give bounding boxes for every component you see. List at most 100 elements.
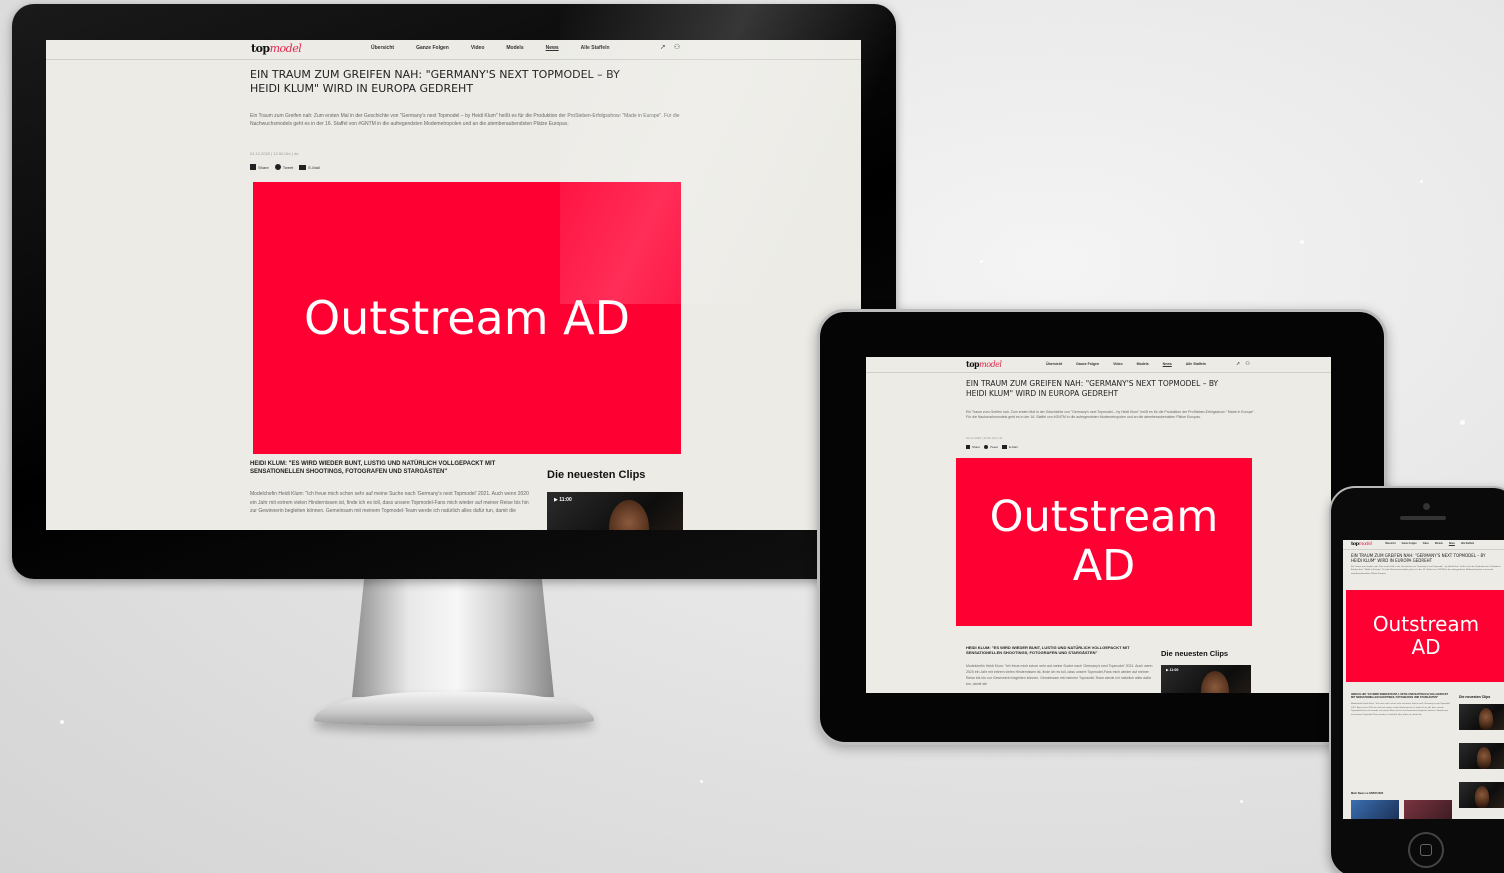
nav-item-uebersicht[interactable]: Übersicht xyxy=(1385,543,1396,545)
sparkle xyxy=(60,720,64,724)
main-nav: Übersicht Ganze Folgen Video Models News… xyxy=(1046,362,1206,366)
news-thumbnail[interactable] xyxy=(1351,800,1399,819)
article-body: Modelchefin Heidi Klum: "Ich freue mich … xyxy=(250,491,529,514)
news-thumbnail[interactable] xyxy=(1404,800,1452,819)
share-bar: Share Tweet E-Mail xyxy=(250,164,320,170)
clip-person-image xyxy=(1201,671,1229,693)
nav-item-ganze-folgen[interactable]: Ganze Folgen xyxy=(1402,543,1417,545)
share-bar: Share Tweet E-Mail xyxy=(966,445,1018,449)
phone-camera xyxy=(1423,503,1430,510)
article-lead: Ein Traum zum Greifen nah: Zum ersten Ma… xyxy=(1351,566,1501,575)
nav-item-uebersicht[interactable]: Übersicht xyxy=(1046,362,1062,366)
nav-item-video[interactable]: Video xyxy=(471,45,485,51)
nav-item-alle-staffeln[interactable]: Alle Staffeln xyxy=(1186,362,1206,366)
nav-item-ganze-folgen[interactable]: Ganze Folgen xyxy=(1076,362,1099,366)
article-subheadline: HEIDI KLUM: "ES WIRD WIEDER BUNT, LUSTIG… xyxy=(250,461,496,475)
desktop-screen: topmodel Übersicht Ganze Folgen Video Mo… xyxy=(46,40,861,530)
ad-label-line1: Outstream xyxy=(989,491,1219,542)
article-subheadline: HEIDI KLUM: "ES WIRD WIEDER BUNT, LUSTIG… xyxy=(966,645,1130,656)
facebook-icon[interactable] xyxy=(250,164,256,170)
ad-label-line2: AD xyxy=(1072,541,1136,591)
clip-thumbnail[interactable] xyxy=(1459,782,1504,808)
outstream-ad[interactable]: Outstream AD xyxy=(1346,590,1504,682)
article-headline: EIN TRAUM ZUM GREIFEN NAH: "GERMANY'S NE… xyxy=(250,68,620,96)
share-label[interactable]: Share xyxy=(972,445,980,449)
nav-item-news[interactable]: News xyxy=(1449,543,1455,545)
phone-home-button[interactable] xyxy=(1408,832,1444,868)
share-out-icon[interactable]: ➚ xyxy=(660,43,666,51)
clip-duration: ▶ 11:00 xyxy=(554,497,572,503)
clip-thumbnail[interactable] xyxy=(1459,704,1504,730)
tweet-label[interactable]: Tweet xyxy=(990,445,998,449)
header-icons: ➚ ⚇ xyxy=(660,43,680,51)
ad-label: Outstream AD xyxy=(303,290,631,345)
nav-item-models[interactable]: Models xyxy=(506,45,523,51)
nav-item-ganze-folgen[interactable]: Ganze Folgen xyxy=(416,45,449,51)
main-nav: Übersicht Ganze Folgen Video Models News… xyxy=(1385,543,1474,545)
more-news-heading: Mehr News zu GNTM 2020 xyxy=(1351,792,1384,795)
outstream-ad[interactable]: Outstream AD xyxy=(956,458,1252,626)
facebook-icon[interactable] xyxy=(966,445,970,449)
article-body: Modelchefin Heidi Klum: "Ich freue mich … xyxy=(966,664,1153,686)
clip-thumbnail[interactable]: ▶ 11:00 xyxy=(1161,665,1251,693)
article-meta: 01.12.2020 | 12:00 Uhr | ds xyxy=(966,436,1003,440)
clips-heading: Die neuesten Clips xyxy=(1459,695,1491,699)
mail-icon[interactable] xyxy=(299,164,307,170)
nav-item-news[interactable]: News xyxy=(1163,362,1172,366)
clip-person-image xyxy=(609,500,649,530)
user-icon[interactable]: ⚇ xyxy=(674,43,680,51)
clip-thumbnail[interactable]: ▶ 11:00 xyxy=(547,492,683,530)
site-logo[interactable]: topmodel xyxy=(1351,541,1372,547)
twitter-icon[interactable] xyxy=(984,445,989,449)
site-logo[interactable]: topmodel xyxy=(251,42,302,55)
site-logo[interactable]: topmodel xyxy=(966,359,1002,369)
phone-screen: topmodel Übersicht Ganze Folgen Video Mo… xyxy=(1343,540,1504,819)
nav-item-video[interactable]: Video xyxy=(1113,362,1122,366)
sparkle xyxy=(1300,240,1304,244)
nav-item-alle-staffeln[interactable]: Alle Staffeln xyxy=(1461,543,1474,545)
email-label[interactable]: E-Mail xyxy=(308,165,319,170)
outstream-ad[interactable]: Outstream AD xyxy=(253,182,681,454)
article-headline: EIN TRAUM ZUM GREIFEN NAH: "GERMANY'S NE… xyxy=(1351,553,1486,564)
sparkle xyxy=(1460,420,1465,425)
monitor-stand-neck xyxy=(352,579,554,697)
nav-item-news[interactable]: News xyxy=(546,45,559,51)
tablet-screen: topmodel Übersicht Ganze Folgen Video Mo… xyxy=(866,357,1331,693)
clips-heading: Die neuesten Clips xyxy=(547,469,646,481)
sparkle xyxy=(1420,180,1423,183)
article-lead: Ein Traum zum Greifen nah: Zum ersten Ma… xyxy=(966,410,1255,420)
ad-label-line2: AD xyxy=(1411,635,1441,659)
email-label[interactable]: E-Mail xyxy=(1009,445,1018,449)
clip-person-image xyxy=(1477,747,1491,769)
clip-person-image xyxy=(1479,708,1493,730)
phone-speaker xyxy=(1400,516,1446,520)
ad-label-line1: Outstream xyxy=(1372,612,1480,636)
share-label[interactable]: Share xyxy=(258,165,269,170)
site-header: topmodel Übersicht Ganze Folgen Video Mo… xyxy=(866,357,1331,373)
mail-icon[interactable] xyxy=(1002,445,1008,449)
site-header: topmodel Übersicht Ganze Folgen Video Mo… xyxy=(1343,540,1504,550)
clip-person-image xyxy=(1475,786,1489,808)
article-headline: EIN TRAUM ZUM GREIFEN NAH: "GERMANY'S NE… xyxy=(966,379,1219,398)
article-body: Modelchefin Heidi Klum: "Ich freue mich … xyxy=(1351,703,1451,717)
article-meta: 01.12.2020 | 12:00 Uhr | ds xyxy=(250,151,299,156)
clip-thumbnail[interactable] xyxy=(1459,743,1504,769)
share-out-icon[interactable]: ➚ xyxy=(1236,361,1240,367)
nav-item-models[interactable]: Models xyxy=(1435,543,1443,545)
user-icon[interactable]: ⚇ xyxy=(1245,361,1249,367)
sparkle xyxy=(1240,800,1243,803)
nav-item-alle-staffeln[interactable]: Alle Staffeln xyxy=(581,45,610,51)
sparkle xyxy=(700,780,703,783)
monitor-stand-base xyxy=(314,692,594,726)
main-nav: Übersicht Ganze Folgen Video Models News… xyxy=(371,45,610,51)
twitter-icon[interactable] xyxy=(274,164,281,170)
header-icons: ➚ ⚇ xyxy=(1236,361,1250,367)
nav-item-uebersicht[interactable]: Übersicht xyxy=(371,45,394,51)
site-header: topmodel Übersicht Ganze Folgen Video Mo… xyxy=(46,40,861,60)
tweet-label[interactable]: Tweet xyxy=(283,165,294,170)
nav-item-video[interactable]: Video xyxy=(1423,543,1429,545)
clip-duration: ▶ 11:00 xyxy=(1166,668,1179,672)
nav-item-models[interactable]: Models xyxy=(1137,362,1149,366)
article-lead: Ein Traum zum Greifen nah: Zum ersten Ma… xyxy=(250,113,680,127)
sparkle xyxy=(980,260,983,263)
